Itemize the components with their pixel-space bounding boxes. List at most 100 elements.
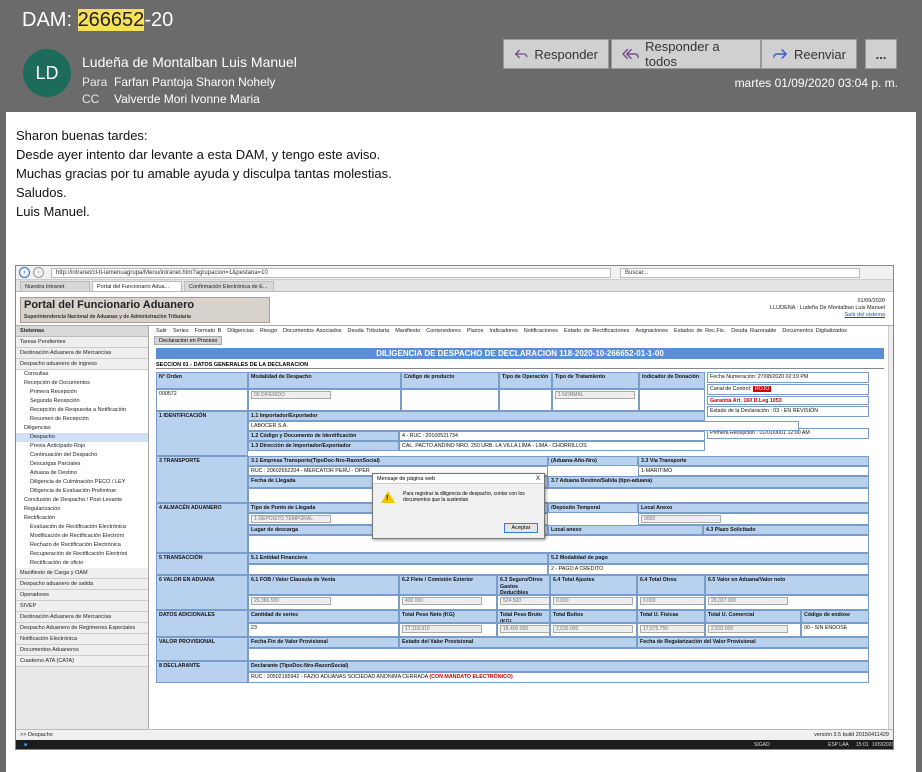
input-tplv[interactable]: 1-DEPOSITO TEMPORAL	[251, 515, 331, 523]
field-garantia: Garantía Art. 160 D.Leg 1053	[707, 396, 869, 405]
input-mod[interactable]: 00 DIFERIDO	[251, 391, 331, 399]
input-lanexv[interactable]: 0000	[641, 515, 721, 523]
sidebar-item[interactable]: Continuación del Despacho	[16, 451, 148, 460]
more-actions-button[interactable]: ...	[865, 39, 897, 69]
sidebar-item[interactable]: Recepción de Documentos	[16, 379, 148, 388]
field-s645: 6.4 Total Otros	[637, 575, 705, 595]
sidebar-item[interactable]: Manifiesto de Carga y OAM	[16, 568, 148, 579]
sidebar-item[interactable]: Resumen de Recepción	[16, 415, 148, 424]
menu-item[interactable]: Estado de Rectificaciones	[564, 328, 629, 334]
input-s645v[interactable]: 0.000	[640, 597, 704, 605]
sidebar-item[interactable]: Diligencia de Culminación PECO / LEY	[16, 478, 148, 487]
portal-user-info: 01/09/2020 LLUDENA : Ludeña De Montalban…	[770, 298, 885, 319]
menu-item[interactable]: Deuda Razonable	[731, 328, 776, 334]
to-line: Para Farfan Pantoja Sharon Nohely	[82, 75, 275, 89]
sidebar-item[interactable]: Tareas Pendientes	[16, 337, 148, 348]
sidebar-item[interactable]: Documentos Aduaneros	[16, 645, 148, 656]
menu-item[interactable]: Documentos Digitalizados	[782, 328, 847, 334]
sidebar-item[interactable]: Rechazo de Rectificación Electrónica	[16, 541, 148, 550]
menu-item[interactable]: Formato B	[195, 328, 222, 334]
menu-item[interactable]: Diligencias	[227, 328, 254, 334]
sidebar-item[interactable]: Aduana de Destino	[16, 469, 148, 478]
reply-button[interactable]: Responder	[503, 39, 609, 69]
field-h_tipoop: Tipo de Operación	[499, 372, 552, 389]
sidebar-item[interactable]: Evaluación de Rectificación Electrónica	[16, 523, 148, 532]
menu-item[interactable]: Indicadores	[489, 328, 517, 334]
field-estado: Estado de la Declaración : 03 - EN REVIS…	[707, 406, 869, 417]
back-icon[interactable]: ‹	[19, 267, 30, 278]
dialog-ok-button[interactable]: Aceptar	[504, 523, 538, 533]
forward-button[interactable]: Reenviar	[761, 39, 857, 69]
input-tucv[interactable]: 2,832.000	[708, 625, 788, 633]
input-s63v[interactable]: 524.500	[500, 597, 549, 605]
menu-item[interactable]: Plazos	[467, 328, 484, 334]
menu-item[interactable]: Manifiesto	[395, 328, 420, 334]
input-s64v[interactable]: 0.000	[553, 597, 633, 605]
sidebar-item[interactable]: Consultas	[16, 370, 148, 379]
sidebar-item[interactable]: Descargas Parciales	[16, 460, 148, 469]
input-s61v[interactable]: 26,386.500	[251, 597, 331, 605]
sidebar-item[interactable]: Modificación de Rectificación Electróni	[16, 532, 148, 541]
sidebar-item[interactable]: Operadores	[16, 590, 148, 601]
sidebar-item[interactable]: Despacho aduanero de ingreso	[16, 359, 148, 370]
sidebar-item[interactable]: Recuperación de Rectificación Electróni	[16, 550, 148, 559]
portal-date: 01/09/2020	[857, 298, 885, 304]
tab-declaracion-en-proceso[interactable]: Declaracion en Proceso	[154, 336, 223, 345]
input-trat[interactable]: 1 NORMAL	[555, 391, 635, 399]
sidebar-item[interactable]: Notificación Electrónica	[16, 634, 148, 645]
input-tpnv[interactable]: 17,118.910	[402, 625, 482, 633]
menu-item[interactable]: Notificaciones	[524, 328, 558, 334]
forward-nav-icon[interactable]: ›	[33, 267, 44, 278]
field-tpnv: 17,118.910	[399, 623, 497, 637]
menu-item[interactable]: Riesgo	[260, 328, 277, 334]
sidebar-item[interactable]: Destinación Aduanera de Mercancías	[16, 348, 148, 359]
dialog-close-button[interactable]: X	[536, 474, 540, 484]
sidebar-item[interactable]: Primera Recepción	[16, 388, 148, 397]
browser-tab[interactable]: Nuestra Intranet	[20, 281, 90, 292]
url-input[interactable]: http://intranet/cl-ti-iamenuagrupa/Menu/…	[51, 268, 611, 278]
reply-all-button[interactable]: Responder a todos	[611, 39, 761, 69]
sidebar-item[interactable]: Recepción de Respuesta a Notificación	[16, 406, 148, 415]
field-s37: 3.7 Aduana Destino/Salida (tipo-aduana)	[548, 476, 869, 488]
sidebar-item[interactable]: Diligencia de Evaluación Preliminar	[16, 487, 148, 496]
menu-item[interactable]: Series	[173, 328, 189, 334]
windows-start-icon[interactable]: ■	[24, 740, 27, 749]
sidebar-item[interactable]: Rectificación de oficio	[16, 559, 148, 568]
input-tufv[interactable]: 17,575.750	[640, 625, 704, 633]
sidebar-item[interactable]: Despacho aduanero de salida	[16, 579, 148, 590]
message-line: Saludos.	[16, 185, 67, 200]
window-controls[interactable]: –▫×	[857, 266, 891, 267]
sidebar-item[interactable]: Despacho Aduanero de Regímenes Especiale…	[16, 623, 148, 634]
menu-item[interactable]: Contenedores	[426, 328, 461, 334]
to-recipient[interactable]: Farfan Pantoja Sharon Nohely	[114, 75, 275, 89]
sidebar-item[interactable]: Regularización	[16, 505, 148, 514]
vertical-scrollbar[interactable]	[888, 326, 893, 729]
sidebar-item[interactable]: Rectificación	[16, 514, 148, 523]
sidebar-item[interactable]: SIVEP	[16, 601, 148, 612]
input-s62v[interactable]: 430.000	[402, 597, 482, 605]
sidebar-item[interactable]: Diligencias	[16, 424, 148, 433]
sidebar-item[interactable]: Cuaderno ATA (CATA)	[16, 656, 148, 667]
menu-item[interactable]: Documentos Asociados	[283, 328, 341, 334]
input-tbulv[interactable]: 2,635.000	[553, 625, 633, 633]
sidebar-item[interactable]: Despacho	[16, 433, 148, 442]
field-s62: 6.2 Flete / Comisión Exterior	[399, 575, 497, 595]
sidebar-item[interactable]: Segunda Recepción	[16, 397, 148, 406]
browser-tab[interactable]: Portal del Funcionario Adua...	[92, 281, 182, 292]
sidebar-item[interactable]: Previa Anticipado Rojo	[16, 442, 148, 451]
input-tpbv[interactable]: 18,400.000	[500, 625, 549, 633]
sidebar-item[interactable]: Conclusión de Despacho / Post-Levante	[16, 496, 148, 505]
sidebar-item[interactable]: Destinación Aduanera de Mercancías	[16, 612, 148, 623]
cc-recipient[interactable]: Valverde Mori Ivonne Maria	[114, 92, 260, 106]
input-s65v[interactable]: 26,027.000	[708, 597, 788, 605]
browser-tab[interactable]: Confirmación Electrónica de E...	[184, 281, 274, 292]
sender-name[interactable]: Ludeña de Montalban Luis Manuel	[82, 54, 297, 70]
menu-item[interactable]: Salir	[156, 328, 167, 334]
logout-link[interactable]: Salir del sistema	[770, 312, 885, 319]
field-tpn: Total Peso Neto (KG)	[399, 610, 497, 623]
menu-item[interactable]: Estados de Rec.Fis.	[674, 328, 725, 334]
menu-item[interactable]: Asignaciones	[635, 328, 668, 334]
message-text: Sharon buenas tardes: Desde ayer intento …	[16, 126, 392, 221]
browser-search-input[interactable]: Buscar...	[620, 268, 860, 278]
menu-item[interactable]: Deuda Tributaria	[348, 328, 390, 334]
